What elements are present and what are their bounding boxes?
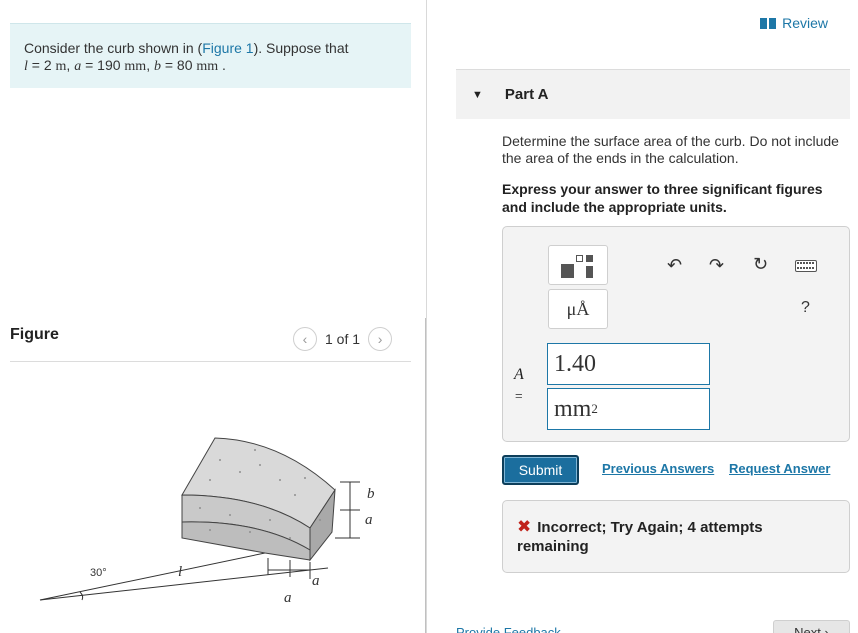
answer-variable: A [514,366,524,383]
ground-line-upper [39,552,266,601]
problem-statement: Consider the curb shown in (Figure 1). S… [10,23,411,88]
feedback-box: ✖ Incorrect; Try Again; 4 attempts remain… [502,500,850,573]
sep-2: , [146,57,154,73]
figure-link[interactable]: Figure 1 [202,40,253,56]
submit-button[interactable]: Submit [502,455,579,485]
templates-icon[interactable] [548,245,608,285]
question-text: Determine the surface area of the curb. … [502,133,839,166]
redo-icon[interactable]: ↷ [709,256,724,274]
label-l: l [178,564,182,580]
chevron-right-icon[interactable]: › [368,327,393,351]
value-b: = 80 [160,57,197,73]
x-icon: ✖ [517,517,532,536]
figure-scroll-divider[interactable] [425,318,426,633]
answer-value: 1.40 [554,350,596,377]
request-answer-link[interactable]: Request Answer [729,461,830,476]
label-b-side: b [367,486,375,502]
feedback-text: Incorrect; Try Again; 4 attempts remaini… [517,519,763,555]
curb-figure: 30° l a a a b [39,437,375,606]
answer-unit-exp: 2 [591,401,598,416]
problem-prefix: Consider the curb shown in ( [24,40,203,56]
unit-b: mm [196,59,219,74]
next-button[interactable]: Next › [773,620,850,633]
answer-units-input[interactable]: mm 2 [547,388,710,430]
keyboard-icon[interactable] [795,260,817,272]
review-link[interactable]: Review [760,15,828,31]
pager-text: 1 of 1 [325,331,361,347]
label-a-bottom: a [284,590,292,606]
label-a-bottom2: a [312,573,320,589]
label-a-side: a [365,512,373,528]
chevron-left-icon[interactable]: ‹ [293,327,317,351]
answer-unit-base: mm [554,395,592,422]
figure-divider [10,361,411,362]
unit-a: mm [124,59,147,74]
help-icon[interactable]: ? [801,299,810,317]
figure-pager: ‹ 1 of 1 › [293,327,393,351]
part-a-header[interactable]: ▼ Part A [456,69,850,119]
var-b: b [153,59,161,74]
chevron-right-icon: › [820,625,829,633]
reset-icon[interactable]: ↻ [753,255,768,273]
answer-box: μÅ ↶ ↷ ↻ ? A = 1.40 mm 2 [502,226,850,442]
figure-title: Figure [10,326,59,343]
answer-value-input[interactable]: 1.40 [547,343,710,385]
end-dot: . [218,57,226,73]
units-icon[interactable]: μÅ [548,289,608,329]
book-icon [760,17,777,29]
value-l: = 2 [27,57,56,73]
column-divider [426,0,427,633]
caret-down-icon[interactable]: ▼ [472,89,483,101]
next-label: Next [794,625,821,633]
angle-label: 30° [90,567,107,579]
previous-answers-link[interactable]: Previous Answers [602,461,714,476]
units-button-label: μÅ [566,298,590,319]
unit-l: m [55,59,67,74]
instruction-text: Express your answer to three significant… [502,181,823,215]
part-label: Part A [504,86,549,103]
provide-feedback-link[interactable]: Provide Feedback [456,625,561,633]
review-label: Review [782,15,828,31]
answer-equals: = [515,388,523,403]
value-a: = 190 [81,57,125,73]
problem-suffix: ). Suppose that [253,40,349,56]
undo-icon[interactable]: ↶ [667,256,682,274]
